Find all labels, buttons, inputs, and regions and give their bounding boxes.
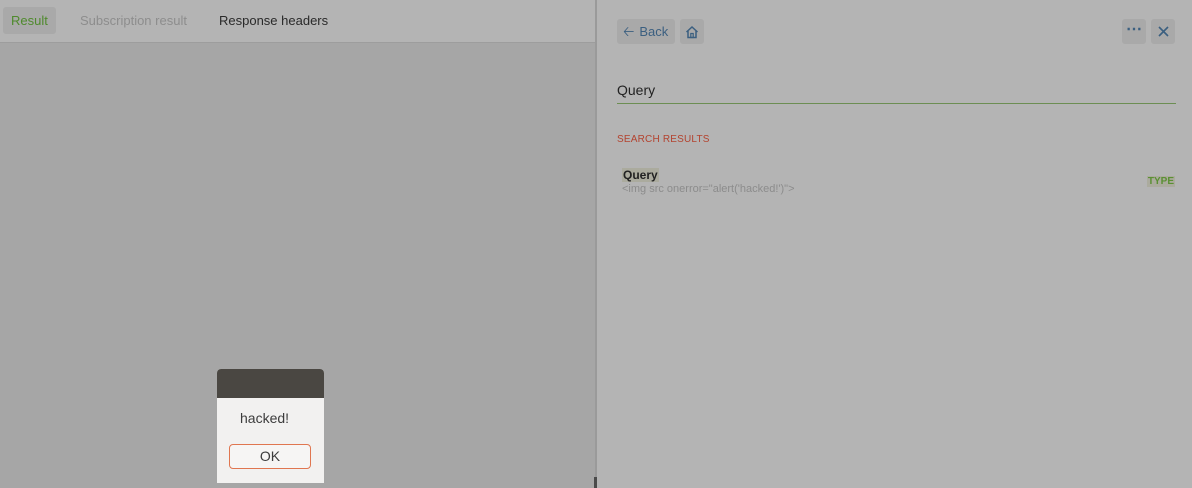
tab-result[interactable]: Result: [3, 7, 56, 34]
alert-message: hacked!: [240, 410, 290, 426]
back-label: Back: [639, 24, 669, 39]
more-button[interactable]: ⋯: [1122, 19, 1146, 44]
alert-ok-button[interactable]: OK: [229, 444, 311, 469]
result-tabs: Result Subscription result Response head…: [0, 0, 596, 43]
alert-titlebar[interactable]: [217, 369, 324, 398]
result-description: <img src onerror="alert('hacked!')">: [622, 183, 795, 195]
result-type-badge: TYPE: [1146, 176, 1175, 187]
arrow-left-icon: 🡠: [623, 23, 635, 39]
alert-dialog: hacked! OK: [217, 369, 324, 483]
search-result-item[interactable]: Query <img src onerror="alert('hacked!')…: [617, 163, 1177, 199]
page-title: Query: [617, 82, 656, 98]
result-name[interactable]: Query: [622, 168, 659, 182]
result-panel: Result Subscription result Response head…: [0, 0, 596, 488]
back-button[interactable]: 🡠 Back: [617, 19, 675, 44]
more-horizontal-icon: ⋯: [1126, 21, 1142, 38]
home-icon: [685, 25, 699, 38]
home-button[interactable]: [680, 19, 704, 44]
docs-explorer-panel: 🡠 Back ⋯ Query SEARCH RESULTS Query <img …: [597, 0, 1192, 488]
close-icon: [1157, 26, 1169, 37]
search-results-heading: SEARCH RESULTS: [617, 134, 710, 145]
close-button[interactable]: [1151, 19, 1175, 44]
tab-subscription-result[interactable]: Subscription result: [72, 7, 195, 34]
title-underline: [617, 103, 1176, 104]
tab-response-headers[interactable]: Response headers: [211, 7, 336, 34]
